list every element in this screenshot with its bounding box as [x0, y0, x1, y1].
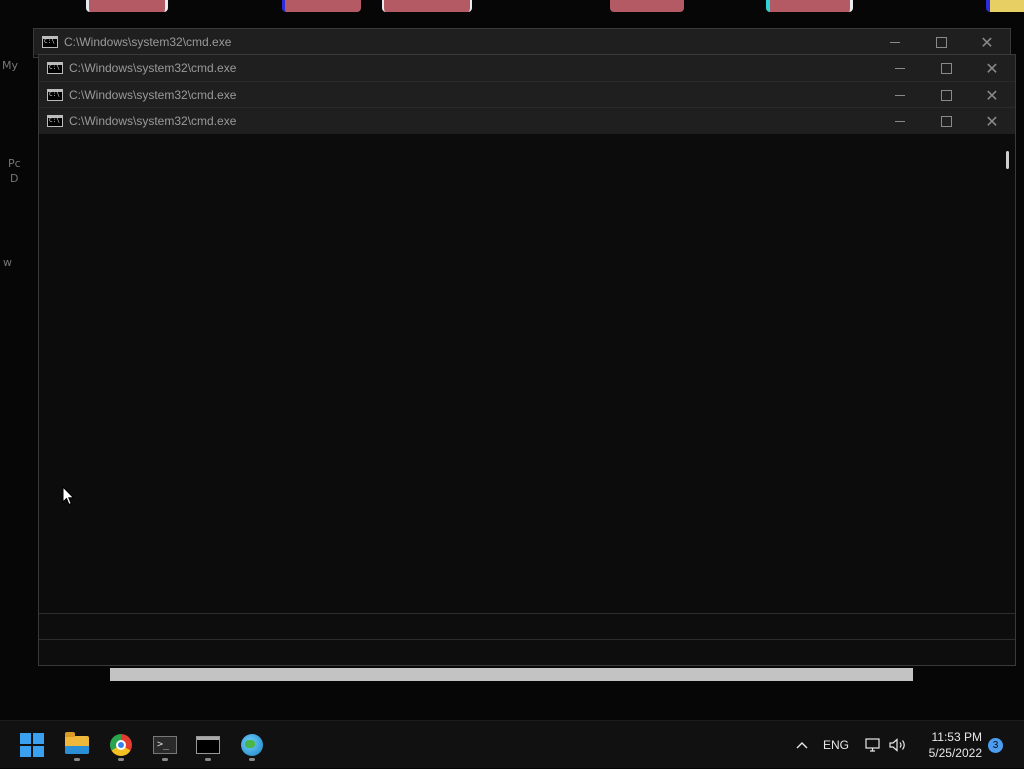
terminal-icon: >_ — [153, 736, 177, 754]
desktop-window-edge — [610, 0, 684, 12]
running-indicator — [205, 758, 211, 761]
cmd-window-front[interactable]: C:\Windows\system32\cmd.exe ✕ C:\Windows… — [38, 54, 1016, 666]
cmd-icon — [47, 115, 63, 127]
maximize-button[interactable] — [923, 55, 969, 81]
window-title: C:\Windows\system32\cmd.exe — [69, 114, 237, 128]
language-indicator[interactable]: ENG — [823, 721, 849, 769]
chrome-button[interactable] — [101, 727, 141, 763]
desktop-window-edge — [986, 0, 1024, 12]
horizontal-scrollbar[interactable] — [110, 668, 913, 681]
chevron-up-icon — [796, 742, 808, 749]
desktop-icon-label[interactable]: Pc — [8, 157, 21, 170]
folder-icon — [65, 732, 89, 754]
maximize-button[interactable] — [923, 108, 969, 134]
close-button[interactable]: ✕ — [964, 29, 1010, 55]
running-indicator — [249, 758, 255, 761]
close-icon: ✕ — [980, 32, 994, 52]
file-explorer-button[interactable] — [57, 727, 97, 763]
minimize-button[interactable] — [877, 82, 923, 108]
windows-logo-icon — [20, 733, 44, 757]
chrome-icon — [110, 734, 132, 756]
desktop-window-edge — [86, 0, 168, 12]
clock-button[interactable]: 11:53 PM 5/25/2022 — [916, 721, 982, 769]
maximize-button[interactable] — [923, 82, 969, 108]
desktop-icon-label[interactable]: w — [3, 256, 12, 269]
window-titlebar[interactable]: C:\Windows\system32\cmd.exe ✕ — [39, 55, 1015, 81]
close-button[interactable]: ✕ — [969, 108, 1015, 134]
minimize-button[interactable] — [877, 55, 923, 81]
network-icon — [864, 738, 880, 752]
show-hidden-icons-button[interactable] — [793, 721, 811, 769]
minimize-icon — [895, 120, 905, 122]
maximize-button[interactable] — [918, 29, 964, 55]
minimize-button[interactable] — [872, 29, 918, 55]
cmd-icon — [42, 36, 58, 48]
notification-badge[interactable]: 3 — [988, 738, 1003, 753]
console-output[interactable] — [39, 135, 999, 613]
browser-button[interactable] — [232, 727, 272, 763]
window-bottom-strip — [39, 639, 1015, 665]
terminal-button[interactable]: >_ — [145, 727, 185, 763]
maximize-icon — [940, 89, 952, 101]
maximize-icon — [940, 62, 952, 74]
desktop-icon-label[interactable]: D — [10, 172, 18, 185]
desktop-window-edge — [282, 0, 361, 12]
cmd-icon — [47, 89, 63, 101]
maximize-icon — [935, 36, 947, 48]
volume-button[interactable] — [888, 721, 908, 769]
speaker-icon — [889, 738, 905, 752]
running-indicator — [162, 758, 168, 761]
window-title: C:\Windows\system32\cmd.exe — [69, 61, 237, 75]
command-prompt-button[interactable] — [188, 727, 228, 763]
clock-date: 5/25/2022 — [928, 746, 982, 760]
close-button[interactable]: ✕ — [969, 82, 1015, 108]
window-bottom-strip — [39, 613, 1015, 639]
window-titlebar[interactable]: C:\Windows\system32\cmd.exe ✕ — [39, 107, 1015, 134]
window-title: C:\Windows\system32\cmd.exe — [64, 35, 232, 49]
close-button[interactable]: ✕ — [969, 55, 1015, 81]
running-indicator — [74, 758, 80, 761]
close-icon: ✕ — [985, 85, 999, 105]
desktop-window-edge — [766, 0, 853, 12]
vertical-scrollbar[interactable] — [999, 135, 1015, 613]
close-icon: ✕ — [985, 58, 999, 78]
window-titlebar[interactable]: C:\Windows\system32\cmd.exe ✕ — [39, 81, 1015, 108]
cmd-icon — [47, 62, 63, 74]
desktop-window-edge — [382, 0, 472, 12]
close-icon: ✕ — [985, 111, 999, 131]
mouse-cursor-icon — [62, 486, 75, 506]
minimize-icon — [895, 67, 905, 69]
network-button[interactable] — [864, 721, 882, 769]
scrollbar-thumb[interactable] — [1006, 151, 1009, 169]
minimize-button[interactable] — [877, 108, 923, 134]
minimize-icon — [895, 94, 905, 96]
running-indicator — [118, 758, 124, 761]
globe-icon — [241, 734, 263, 756]
clock-time: 11:53 PM — [931, 730, 982, 744]
start-button[interactable] — [12, 727, 52, 763]
taskbar: >_ ENG 11:53 PM 5/25/2022 3 — [0, 720, 1024, 768]
minimize-icon — [890, 41, 900, 43]
window-title: C:\Windows\system32\cmd.exe — [69, 88, 237, 102]
desktop-icon-label[interactable]: My — [2, 59, 18, 72]
maximize-icon — [940, 115, 952, 127]
window-titlebar[interactable]: C:\Windows\system32\cmd.exe ✕ — [34, 29, 1010, 55]
cmd-icon — [196, 736, 220, 754]
